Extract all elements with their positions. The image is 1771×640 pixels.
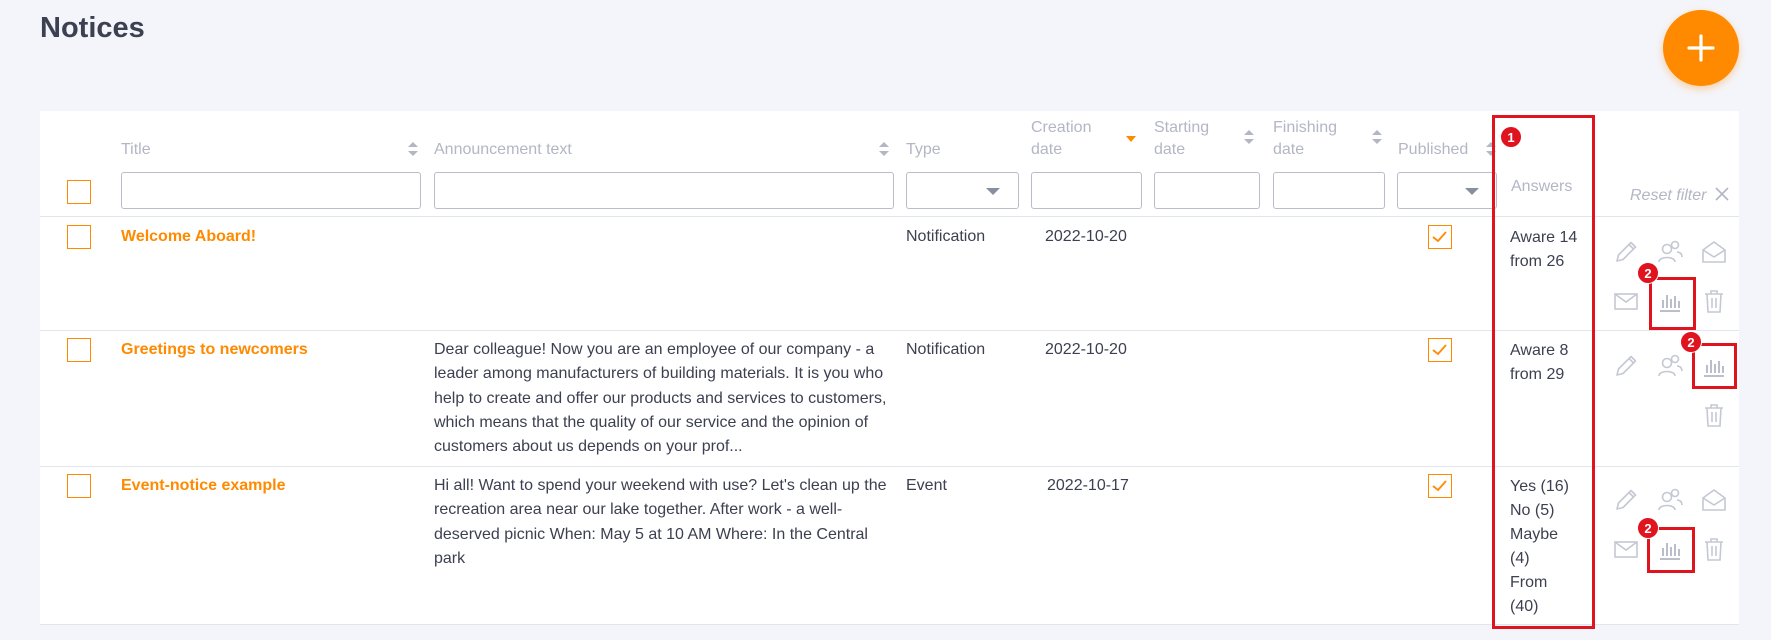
envelope-icon — [1614, 541, 1638, 558]
answers-column-highlight — [1492, 115, 1595, 629]
creation-date-filter-input[interactable] — [1031, 172, 1142, 209]
header-creation-date: Creation date — [1031, 117, 1091, 161]
annotation-badge: 2 — [1680, 331, 1702, 353]
title-filter-input[interactable] — [121, 172, 421, 209]
published-checkbox[interactable] — [1428, 474, 1452, 498]
row-checkbox[interactable] — [67, 474, 91, 498]
envelope-open-icon — [1702, 241, 1726, 263]
checkmark-icon — [1432, 344, 1447, 356]
close-icon — [1715, 187, 1729, 201]
notice-title-link[interactable]: Welcome Aboard! — [121, 228, 256, 246]
row-divider — [40, 466, 1739, 467]
mark-read-button[interactable] — [1700, 486, 1728, 514]
add-notice-button[interactable] — [1663, 10, 1739, 86]
chevron-down-icon — [986, 188, 1000, 195]
checkmark-icon — [1432, 480, 1447, 492]
creation-date: 2022-10-20 — [1045, 228, 1127, 245]
statistics-highlight — [1649, 277, 1696, 330]
recipients-button[interactable] — [1656, 238, 1684, 266]
row-divider — [40, 624, 1739, 625]
notice-type: Event — [906, 477, 947, 494]
annotation-badge: 2 — [1637, 262, 1659, 284]
send-mail-button[interactable] — [1612, 535, 1640, 563]
sort-desc-icon[interactable] — [1125, 135, 1137, 143]
header-starting-date: Starting date — [1154, 117, 1209, 161]
delete-button[interactable] — [1700, 535, 1728, 563]
annotation-badge: 2 — [1637, 517, 1659, 539]
header-type: Type — [906, 141, 941, 158]
notice-title-link[interactable]: Greetings to newcomers — [121, 341, 308, 359]
header-published: Published — [1398, 141, 1469, 158]
envelope-open-icon — [1702, 489, 1726, 511]
published-checkbox[interactable] — [1428, 338, 1452, 362]
trash-icon — [1705, 538, 1723, 561]
page-title: Notices — [40, 12, 145, 44]
row-divider — [40, 330, 1739, 331]
creation-date: 2022-10-17 — [1047, 477, 1129, 494]
header-creation-line2: date — [1031, 141, 1063, 158]
announcement-filter-input[interactable] — [434, 172, 894, 209]
header-title: Title — [121, 141, 151, 158]
users-icon — [1658, 354, 1683, 377]
recipients-button[interactable] — [1656, 352, 1684, 380]
published-filter-select[interactable] — [1397, 172, 1497, 209]
pencil-icon — [1616, 355, 1637, 376]
trash-icon — [1705, 404, 1723, 427]
envelope-icon — [1614, 293, 1638, 310]
select-all-checkbox[interactable] — [67, 180, 91, 204]
sort-icon[interactable] — [407, 141, 419, 157]
notice-type: Notification — [906, 341, 986, 358]
row-divider — [40, 216, 1739, 217]
send-mail-button[interactable] — [1612, 287, 1640, 315]
trash-icon — [1705, 290, 1723, 313]
delete-button[interactable] — [1700, 401, 1728, 429]
pencil-icon — [1616, 241, 1637, 262]
header-starting-line2: date — [1154, 141, 1186, 158]
edit-button[interactable] — [1612, 352, 1640, 380]
header-finishing-line2: date — [1273, 141, 1305, 158]
chevron-down-icon — [1465, 188, 1479, 195]
header-announcement: Announcement text — [434, 141, 572, 158]
type-filter-select[interactable] — [906, 172, 1019, 209]
creation-date: 2022-10-20 — [1045, 341, 1127, 358]
finishing-date-filter-input[interactable] — [1273, 172, 1385, 209]
mark-read-button[interactable] — [1700, 238, 1728, 266]
header-finishing-line1: Finishing — [1273, 119, 1338, 136]
recipients-button[interactable] — [1656, 486, 1684, 514]
checkmark-icon — [1432, 231, 1447, 243]
notice-title-link[interactable]: Event-notice example — [121, 477, 286, 495]
users-icon — [1658, 488, 1683, 511]
notice-type: Notification — [906, 228, 986, 245]
edit-button[interactable] — [1612, 486, 1640, 514]
annotation-badge: 1 — [1500, 126, 1522, 148]
sort-icon[interactable] — [878, 141, 890, 157]
header-starting-line1: Starting — [1154, 119, 1210, 136]
sort-icon[interactable] — [1243, 129, 1255, 145]
row-checkbox[interactable] — [67, 225, 91, 249]
sort-icon[interactable] — [1371, 129, 1383, 145]
statistics-highlight — [1692, 343, 1737, 389]
announcement-text: Dear colleague! Now you are an employee … — [434, 341, 887, 456]
header-creation-line1: Creation — [1031, 119, 1092, 136]
delete-button[interactable] — [1700, 287, 1728, 315]
pencil-icon — [1616, 489, 1637, 510]
edit-button[interactable] — [1612, 238, 1640, 266]
published-checkbox[interactable] — [1428, 225, 1452, 249]
users-icon — [1658, 240, 1683, 263]
starting-date-filter-input[interactable] — [1154, 172, 1260, 209]
reset-filter-label: Reset filter — [1630, 187, 1707, 204]
header-finishing-date: Finishing date — [1273, 117, 1337, 161]
plus-icon — [1687, 34, 1715, 62]
reset-filter-button[interactable]: Reset filter — [1630, 187, 1729, 205]
announcement-text: Hi all! Want to spend your weekend with … — [434, 477, 887, 567]
row-checkbox[interactable] — [67, 338, 91, 362]
